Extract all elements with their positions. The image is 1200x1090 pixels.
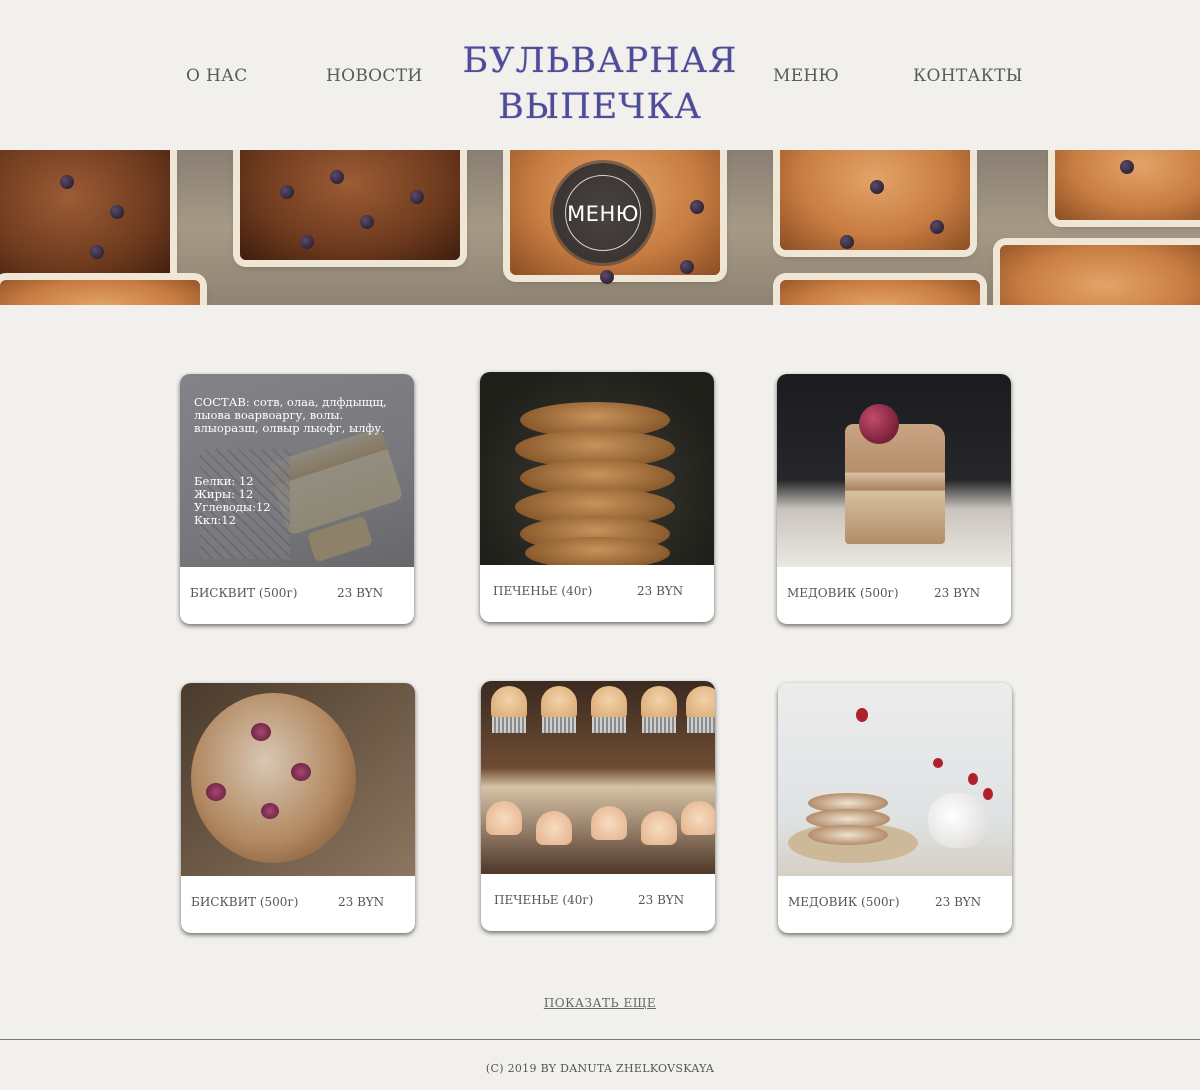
banner-loaf-image <box>0 150 170 280</box>
menu-badge-label: МЕНЮ <box>567 202 639 226</box>
card-footer: ПЕЧЕНЬЕ (40г) 23 BYN <box>481 874 715 931</box>
cupcakes-image <box>481 681 715 874</box>
product-card[interactable]: МЕДОВИК (500г) 23 BYN <box>778 683 1012 933</box>
meringue-cookies-image <box>778 683 1012 876</box>
product-price: 23 BYN <box>935 895 982 909</box>
product-card[interactable]: ПЕЧЕНЬЕ (40г) 23 BYN <box>480 372 714 622</box>
card-footer: ПЕЧЕНЬЕ (40г) 23 BYN <box>480 565 714 622</box>
product-name: ПЕЧЕНЬЕ (40г) <box>494 893 594 907</box>
product-name: МЕДОВИК (500г) <box>787 586 899 600</box>
nav-link-contacts[interactable]: КОНТАКТЫ <box>913 66 1023 86</box>
logo-line-1: БУЛЬВАРНАЯ <box>462 41 738 81</box>
product-composition: СОСТАВ: сотв, олаа, длфдыщщ, лыова воарв… <box>194 395 387 435</box>
footer-copyright: (C) 2019 BY DANUTA ZHELKOVSKAYA <box>485 1062 715 1075</box>
nav-link-news[interactable]: НОВОСТИ <box>326 66 422 86</box>
banner-loaf-image <box>0 280 200 305</box>
card-footer: БИСКВИТ (500г) 23 BYN <box>181 876 415 933</box>
site-logo[interactable]: БУЛЬВАРНАЯ ВЫПЕЧКА <box>452 38 748 130</box>
product-name: ПЕЧЕНЬЕ (40г) <box>493 584 593 598</box>
show-more-container: ПОКАЗАТЬ ЕЩЕ <box>0 996 1200 1010</box>
cookie-stack-image <box>480 372 714 565</box>
card-footer: МЕДОВИК (500г) 23 BYN <box>778 876 1012 933</box>
product-price: 23 BYN <box>637 584 684 598</box>
nav-link-menu[interactable]: МЕНЮ <box>773 66 839 86</box>
product-card[interactable]: ПЕЧЕНЬЕ (40г) 23 BYN <box>481 681 715 931</box>
product-name: БИСКВИТ (500г) <box>190 586 298 600</box>
menu-badge-button[interactable]: МЕНЮ <box>553 163 653 263</box>
nutrition-kcal: Ккл:12 <box>194 513 236 527</box>
product-info-overlay: СОСТАВ: сотв, олаа, длфдыщщ, лыова воарв… <box>180 374 414 567</box>
site-header: О НАС НОВОСТИ БУЛЬВАРНАЯ ВЫПЕЧКА МЕНЮ КО… <box>0 0 1200 150</box>
logo-line-2: ВЫПЕЧКА <box>498 87 702 127</box>
card-footer: МЕДОВИК (500г) 23 BYN <box>777 567 1011 624</box>
product-price: 23 BYN <box>337 586 384 600</box>
product-card[interactable]: СОСТАВ: сотв, олаа, длфдыщщ, лыова воарв… <box>180 374 414 624</box>
berry-scone-image <box>181 683 415 876</box>
banner-loaf-image <box>240 150 460 260</box>
product-name: МЕДОВИК (500г) <box>788 895 900 909</box>
banner-loaf-image <box>780 280 980 305</box>
card-footer: БИСКВИТ (500г) 23 BYN <box>180 567 414 624</box>
product-card[interactable]: МЕДОВИК (500г) 23 BYN <box>777 374 1011 624</box>
banner-loaf-image <box>1000 245 1200 305</box>
product-name: БИСКВИТ (500г) <box>191 895 299 909</box>
footer-divider <box>0 1039 1200 1040</box>
product-nutrition: Белки: 12 Жиры: 12 Углеводы:12 Ккл:12 <box>194 475 271 527</box>
show-more-link[interactable]: ПОКАЗАТЬ ЕЩЕ <box>544 996 656 1010</box>
product-price: 23 BYN <box>638 893 685 907</box>
product-card[interactable]: БИСКВИТ (500г) 23 BYN <box>181 683 415 933</box>
nav-link-about[interactable]: О НАС <box>186 66 248 86</box>
product-price: 23 BYN <box>934 586 981 600</box>
sponge-cake-image: СОСТАВ: сотв, олаа, длфдыщщ, лыова воарв… <box>180 374 414 567</box>
honey-cake-image <box>777 374 1011 567</box>
product-price: 23 BYN <box>338 895 385 909</box>
banner-loaf-image <box>780 150 970 250</box>
